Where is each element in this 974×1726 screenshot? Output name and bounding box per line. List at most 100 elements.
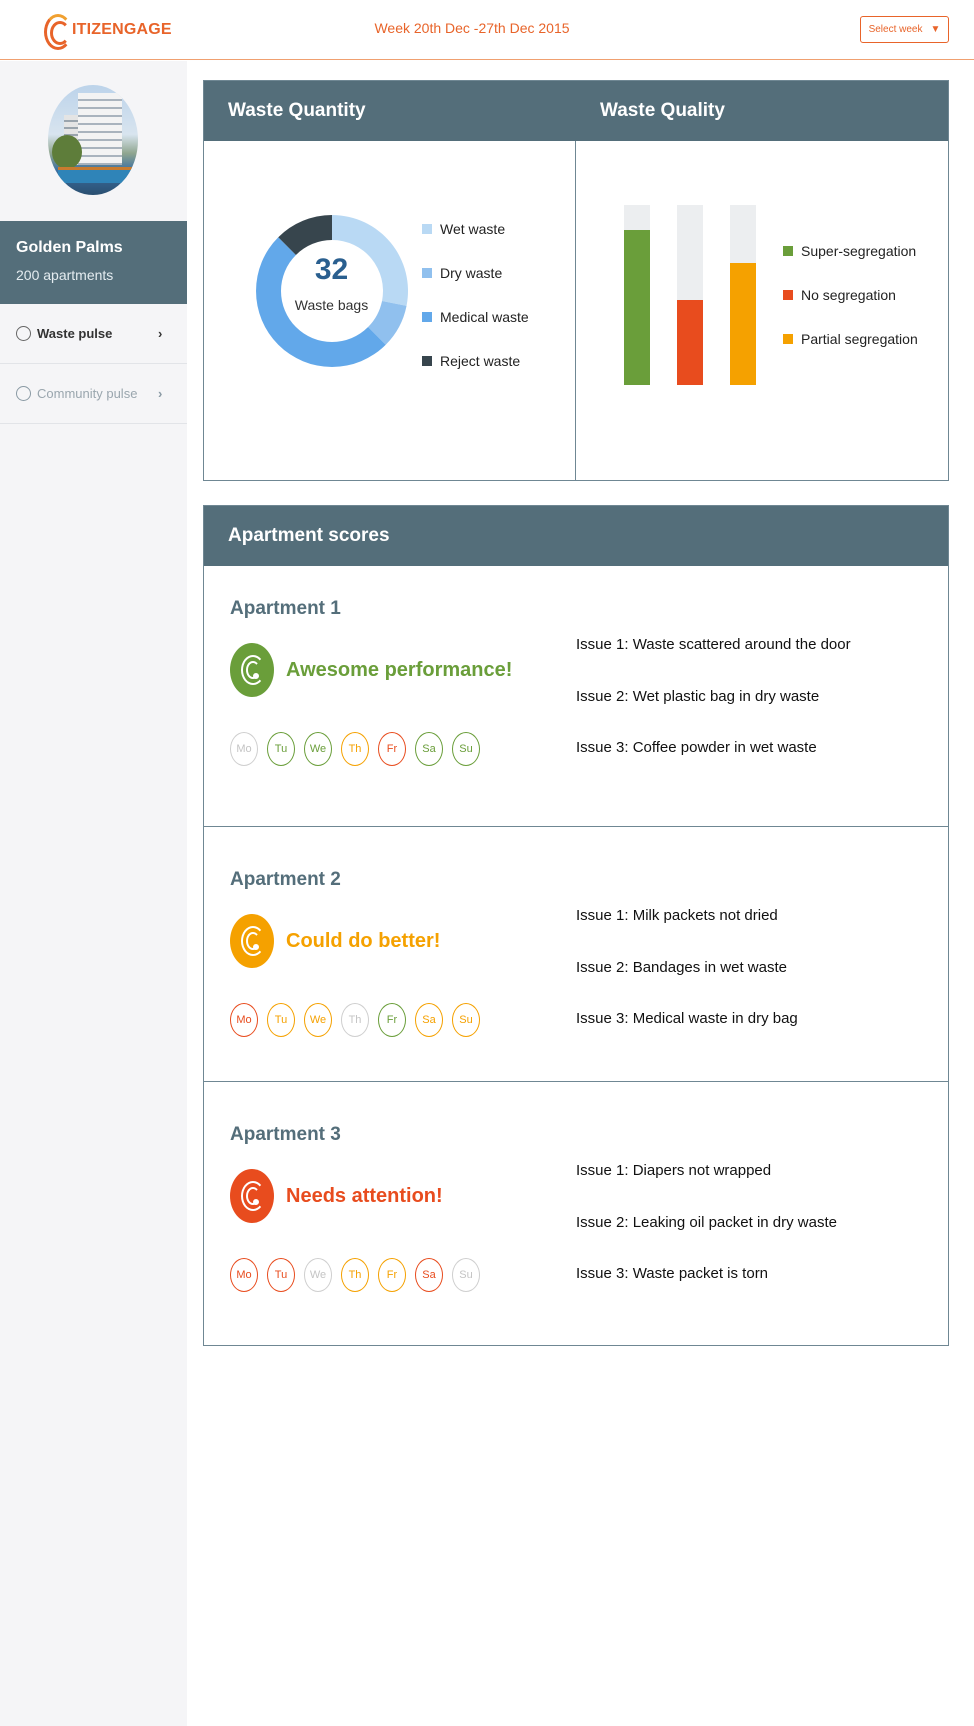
weekday-scores: Mo Tu We Th Fr Sa Su (230, 732, 480, 766)
day-badge-sa[interactable]: Sa (415, 1258, 443, 1292)
legend-label: Super-segregation (801, 243, 917, 259)
property-photo (48, 85, 138, 195)
day-badge-tu[interactable]: Tu (267, 732, 295, 766)
issues-list: Issue 1: Waste scattered around the door… (576, 636, 851, 791)
issues-list: Issue 1: Milk packets not dried Issue 2: … (576, 907, 798, 1062)
legend-swatch (422, 224, 432, 234)
weekday-scores: Mo Tu We Th Fr Sa Su (230, 1003, 480, 1037)
legend-label: No segregation (801, 287, 896, 303)
day-badge-sa[interactable]: Sa (415, 1003, 443, 1037)
bar-super-segregation (624, 230, 650, 385)
day-badge-su[interactable]: Su (452, 732, 480, 766)
chevron-right-icon: › (158, 326, 163, 341)
apartment-scores-title: Apartment scores (204, 506, 948, 566)
property-name: Golden Palms (16, 239, 123, 256)
day-badge-tu[interactable]: Tu (267, 1258, 295, 1292)
waste-quantity-title: Waste Quantity (228, 100, 366, 121)
legend-swatch (783, 290, 793, 300)
bar-no-segregation (677, 300, 703, 385)
performance-text: Awesome performance! (286, 658, 513, 681)
performance-text: Needs attention! (286, 1184, 443, 1207)
select-week-dropdown[interactable]: Select week ▼ (860, 16, 949, 43)
legend-item: Dry waste (422, 251, 529, 295)
legend-label: Medical waste (440, 309, 529, 325)
issues-list: Issue 1: Diapers not wrapped Issue 2: Lea… (576, 1162, 837, 1317)
apartment-title: Apartment 2 (230, 869, 341, 890)
day-badge-th[interactable]: Th (341, 1003, 369, 1037)
day-badge-th[interactable]: Th (341, 1258, 369, 1292)
weekday-scores: Mo Tu We Th Fr Sa Su (230, 1258, 480, 1292)
day-badge-su[interactable]: Su (452, 1258, 480, 1292)
legend-item: Reject waste (422, 339, 529, 383)
sidebar-item-label: Waste pulse (37, 326, 113, 341)
legend-item: Wet waste (422, 207, 529, 251)
radio-icon (16, 326, 31, 341)
legend-item: Medical waste (422, 295, 529, 339)
bar-track-partial-segregation (730, 205, 756, 385)
performance-text: Could do better! (286, 929, 441, 952)
legend-swatch (783, 246, 793, 256)
waste-panel: Waste Quantity Waste Quality 32 Waste ba… (203, 80, 949, 481)
legend-item: No segregation (783, 273, 918, 317)
caret-down-icon: ▼ (930, 24, 941, 35)
property-apartment-count: 200 apartments (16, 267, 114, 283)
day-badge-we[interactable]: We (304, 732, 332, 766)
performance-badge-icon (230, 1169, 274, 1223)
waste-panel-header: Waste Quantity Waste Quality (204, 81, 948, 141)
day-badge-mo[interactable]: Mo (230, 1258, 258, 1292)
issue-item: Issue 1: Milk packets not dried (576, 907, 778, 924)
sidebar: Golden Palms 200 apartments Waste pulse … (0, 61, 187, 1726)
bar-track-super-segregation (624, 205, 650, 385)
apartment-card: Apartment 2 Could do better! Mo Tu We Th Fr S… (204, 826, 948, 1081)
issue-item: Issue 3: Coffee powder in wet waste (576, 739, 817, 756)
sidebar-item-label: Community pulse (37, 386, 138, 401)
day-badge-fr[interactable]: Fr (378, 1258, 406, 1292)
issue-item: Issue 2: Wet plastic bag in dry waste (576, 687, 820, 705)
day-badge-tu[interactable]: Tu (267, 1003, 295, 1037)
apartment-title: Apartment 1 (230, 598, 341, 619)
legend-label: Reject waste (440, 353, 521, 369)
legend-swatch (422, 312, 432, 322)
week-title: Week 20th Dec -27th Dec 2015 (374, 20, 570, 36)
issue-item: Issue 1: Waste scattered around the door (576, 636, 851, 653)
day-badge-mo[interactable]: Mo (230, 732, 258, 766)
waste-quantity-donut-chart (256, 215, 408, 367)
performance-status: Could do better! (230, 914, 440, 968)
day-badge-sa[interactable]: Sa (415, 732, 443, 766)
sidebar-item-waste-pulse[interactable]: Waste pulse › (0, 304, 187, 364)
bar-partial-segregation (730, 262, 756, 385)
day-badge-we[interactable]: We (304, 1003, 332, 1037)
issue-item: Issue 1: Diapers not wrapped (576, 1162, 772, 1179)
performance-badge-icon (230, 914, 274, 968)
property-card: Golden Palms 200 apartments (0, 221, 187, 304)
issue-item: Issue 2: Leaking oil packet in dry waste (576, 1213, 837, 1231)
apartment-card: Apartment 3 Needs attention! Mo Tu We Th Fr S… (204, 1081, 948, 1346)
legend-item: Super-segregation (783, 229, 918, 273)
select-week-label: Select week (868, 24, 923, 35)
apartment-scores-panel: Apartment scores Apartment 1 Awesome per… (203, 505, 949, 1346)
day-badge-fr[interactable]: Fr (378, 1003, 406, 1037)
bar-track-no-segregation (677, 205, 703, 385)
waste-quality-legend: Super-segregation No segregation Partial s… (783, 229, 918, 361)
top-header: ITIZENGAGE Week 20th Dec -27th Dec 2015 … (0, 0, 974, 60)
day-badge-mo[interactable]: Mo (230, 1003, 258, 1037)
chevron-right-icon: › (158, 386, 163, 401)
legend-item: Partial segregation (783, 317, 918, 361)
day-badge-fr[interactable]: Fr (378, 732, 406, 766)
day-badge-su[interactable]: Su (452, 1003, 480, 1037)
issue-item: Issue 3: Medical waste in dry bag (576, 1010, 798, 1027)
day-badge-we[interactable]: We (304, 1258, 332, 1292)
panel-divider (575, 141, 577, 481)
donut-total: 32 (314, 253, 349, 286)
performance-status: Needs attention! (230, 1169, 443, 1223)
legend-swatch (422, 356, 432, 366)
issue-item: Issue 3: Waste packet is torn (576, 1265, 769, 1282)
day-badge-th[interactable]: Th (341, 732, 369, 766)
legend-label: Partial segregation (801, 331, 918, 347)
waste-quality-title: Waste Quality (600, 100, 725, 121)
sidebar-item-community-pulse[interactable]: Community pulse › (0, 364, 187, 424)
waste-quantity-legend: Wet waste Dry waste Medical waste Reject wa… (422, 207, 529, 383)
legend-label: Wet waste (440, 221, 506, 237)
performance-status: Awesome performance! (230, 643, 512, 697)
legend-swatch (783, 334, 793, 344)
